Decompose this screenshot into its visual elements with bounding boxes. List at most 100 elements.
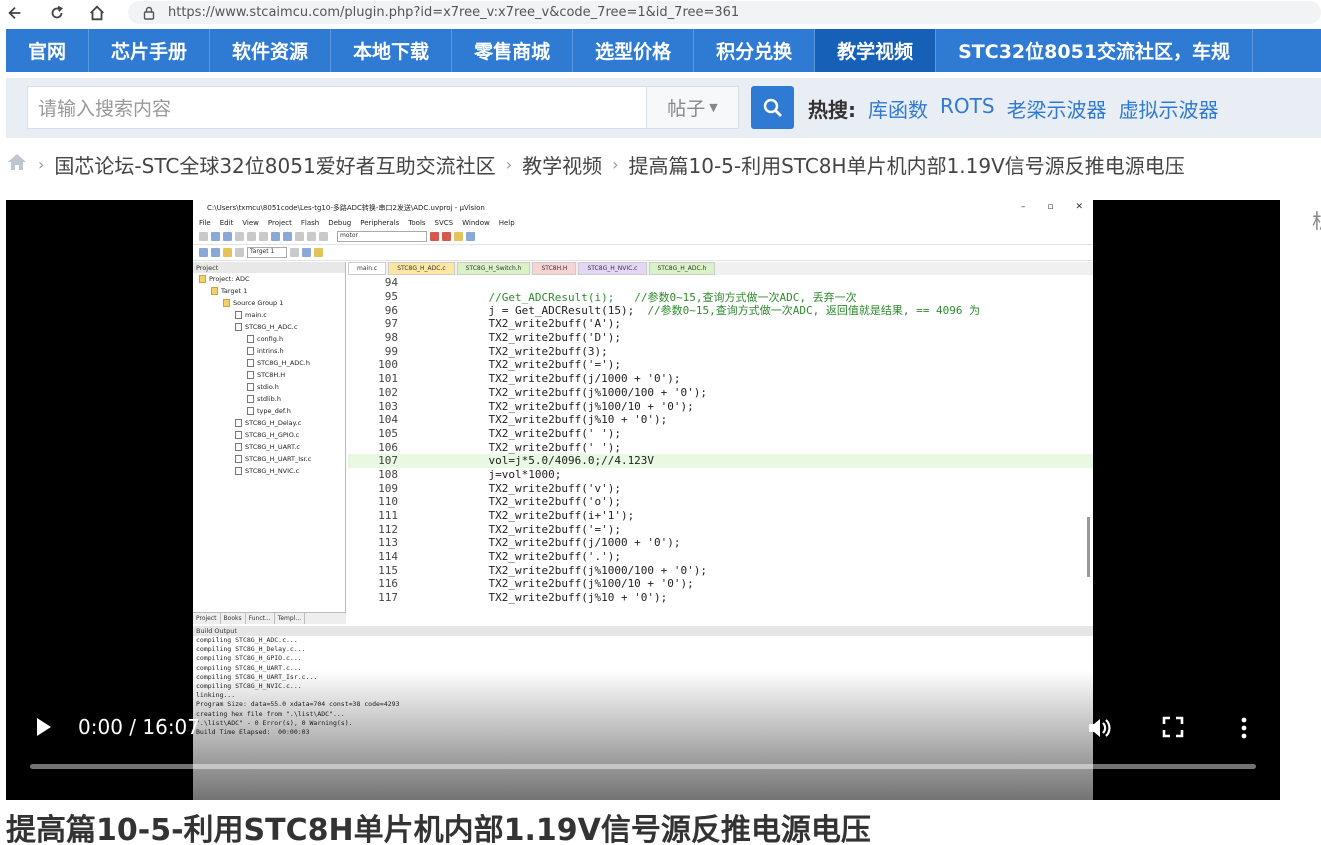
nav-item[interactable]: 零售商城 — [452, 29, 574, 72]
nav-item[interactable]: 选型价格 — [573, 29, 695, 72]
address-bar[interactable]: https://www.stcaimcu.com/plugin.php?id=x… — [128, 1, 1321, 24]
project-tree-item: STC8G_H_NVIC.c — [193, 465, 345, 477]
code-line: 109 TX2_write2buff('v'); — [348, 481, 1093, 495]
hot-search-link[interactable]: 虚拟示波器 — [1119, 94, 1219, 123]
project-panel-tabs: Project Books Funct... Templ... — [193, 612, 346, 624]
code-line: 113 TX2_write2buff(j/1000 + '0'); — [348, 536, 1093, 550]
ide-title-bar: C:\Users\txmcu\8051code\Les-tg10-多路ADC转换… — [193, 200, 1093, 216]
project-panel-tab: Project — [193, 613, 221, 624]
file-icon — [235, 467, 242, 475]
nav-item[interactable]: 本地下载 — [331, 29, 453, 72]
hot-search-link[interactable]: 老梁示波器 — [1007, 94, 1107, 123]
line-number: 99 — [384, 344, 398, 358]
fullscreen-icon[interactable] — [1161, 715, 1185, 739]
code-text: TX2_write2buff('D'); — [462, 331, 621, 345]
file-icon — [235, 311, 242, 319]
project-tree-label: stdlib.h — [257, 395, 281, 403]
code-text: TX2_write2buff('.'); — [462, 550, 621, 564]
line-number: 101 — [378, 372, 398, 386]
line-number: 97 — [384, 317, 398, 331]
hot-search-link[interactable]: ROTS — [940, 94, 995, 123]
file-tab: STC8G_H_ADC.h — [648, 262, 716, 275]
project-tree-label: main.c — [245, 311, 267, 319]
video-player[interactable]: C:\Users\txmcu\8051code\Les-tg10-多路ADC转换… — [6, 200, 1280, 800]
project-panel-tab: Funct... — [246, 613, 275, 624]
code-line: 99 TX2_write2buff(3); — [348, 344, 1093, 358]
ide-menu-bar: File Edit View Project Flash Debug Peripherals… — [193, 216, 1093, 229]
paste-icon — [259, 232, 268, 241]
nav-item[interactable]: 积分兑换 — [694, 29, 816, 72]
hot-search-link[interactable]: 库函数 — [868, 94, 928, 123]
ide-menu-item: Tools — [408, 218, 426, 227]
file-icon — [247, 335, 254, 343]
project-tree-label: STC8H.H — [257, 371, 286, 379]
nav-item[interactable]: 官网 — [6, 29, 90, 72]
ide-menu-item: Flash — [300, 218, 320, 227]
back-arrow-icon[interactable] — [0, 1, 30, 25]
url-text: https://www.stcaimcu.com/plugin.php?id=x… — [168, 5, 740, 20]
project-tree-label: STC8G_H_GPIO.c — [245, 431, 300, 439]
line-number: 94 — [384, 276, 398, 290]
debug-icon — [430, 232, 439, 241]
breakpoint-icon — [442, 232, 451, 241]
reload-icon[interactable] — [42, 1, 72, 25]
file-icon — [247, 347, 254, 355]
home-icon[interactable] — [6, 152, 28, 176]
more-options-icon[interactable] — [1234, 715, 1254, 741]
nav-item[interactable]: 软件资源 — [210, 29, 332, 72]
search-scope-label: 帖子 — [667, 98, 706, 120]
code-text: vol=j*5.0/4096.0;//4.123V — [462, 454, 655, 468]
search-input[interactable]: 请输入搜索内容 — [27, 86, 647, 129]
home-icon[interactable] — [82, 1, 112, 25]
breadcrumb: › 国芯论坛-STC全球32位8051爱好者互助交流社区 › 教学视频 › 提高篇10-5… — [6, 150, 1185, 178]
code-text: TX2_write2buff(3); — [462, 344, 608, 358]
hot-search-list: 库函数 ROTS 老梁示波器 虚拟示波器 — [868, 94, 1219, 123]
indent-icon — [295, 232, 304, 241]
volume-icon[interactable] — [1086, 715, 1112, 741]
project-tree-item: STC8G_H_GPIO.c — [193, 429, 345, 441]
code-text: TX2_write2buff(j/1000 + '0'); — [462, 372, 681, 386]
project-tree-item: main.c — [193, 309, 345, 321]
save-icon — [223, 232, 232, 241]
code-text: TX2_write2buff(j%1000/100 + '0'); — [462, 385, 708, 399]
code-line: 105 TX2_write2buff(' '); — [348, 427, 1093, 441]
video-progress-bar[interactable] — [30, 764, 1256, 769]
line-number: 105 — [378, 426, 398, 440]
build-output-header: Build Output — [193, 626, 1093, 636]
breadcrumb-item[interactable]: 教学视频 — [522, 150, 602, 179]
line-number: 112 — [378, 522, 398, 536]
breadcrumb-item[interactable]: 国芯论坛-STC全球32位8051爱好者互助交流社区 — [54, 150, 495, 179]
line-number: 95 — [384, 290, 398, 304]
code-text: TX2_write2buff(j/1000 + '0'); — [462, 536, 681, 550]
line-number: 116 — [378, 577, 398, 591]
copy-icon — [247, 232, 256, 241]
project-panel-header: Project — [193, 262, 345, 273]
project-tree-label: STC8G_H_ADC.c — [245, 323, 298, 331]
project-panel-tab: Templ... — [275, 613, 306, 624]
video-controls: 0:00 / 16:07 — [6, 705, 1280, 755]
browser-toolbar: https://www.stcaimcu.com/plugin.php?id=x… — [0, 0, 1321, 26]
maximize-icon: ▫ — [1047, 202, 1054, 212]
line-number: 98 — [384, 331, 398, 345]
search-scope-select[interactable]: 帖子 ▼ — [646, 86, 739, 129]
nav-item[interactable]: 教学视频 — [815, 29, 937, 72]
file-tab: main.c — [348, 262, 387, 275]
project-tree-item: STC8G_H_UART_Isr.c — [193, 453, 345, 465]
hot-search-label: 热搜: — [808, 98, 856, 122]
editor-scrollbar — [1087, 517, 1090, 577]
nav-item[interactable]: 芯片手册 — [89, 29, 211, 72]
nav-item[interactable]: STC32位8051交流社区，车规 — [936, 29, 1254, 72]
ide-menu-item: Edit — [219, 218, 234, 227]
play-icon[interactable] — [31, 715, 55, 739]
file-icon — [235, 323, 242, 331]
breadcrumb-chevron-icon: › — [612, 154, 619, 174]
file-icon — [247, 407, 254, 415]
project-tree-item: STC8G_H_ADC.h — [193, 357, 345, 369]
ide-title-text: C:\Users\txmcu\8051code\Les-tg10-多路ADC转换… — [207, 204, 485, 212]
code-line: 98 TX2_write2buff('D'); — [348, 331, 1093, 345]
project-tree-label: type_def.h — [257, 407, 291, 415]
search-button[interactable] — [751, 86, 794, 129]
ide-menu-item: Peripherals — [360, 218, 400, 227]
redo-icon — [283, 232, 292, 241]
